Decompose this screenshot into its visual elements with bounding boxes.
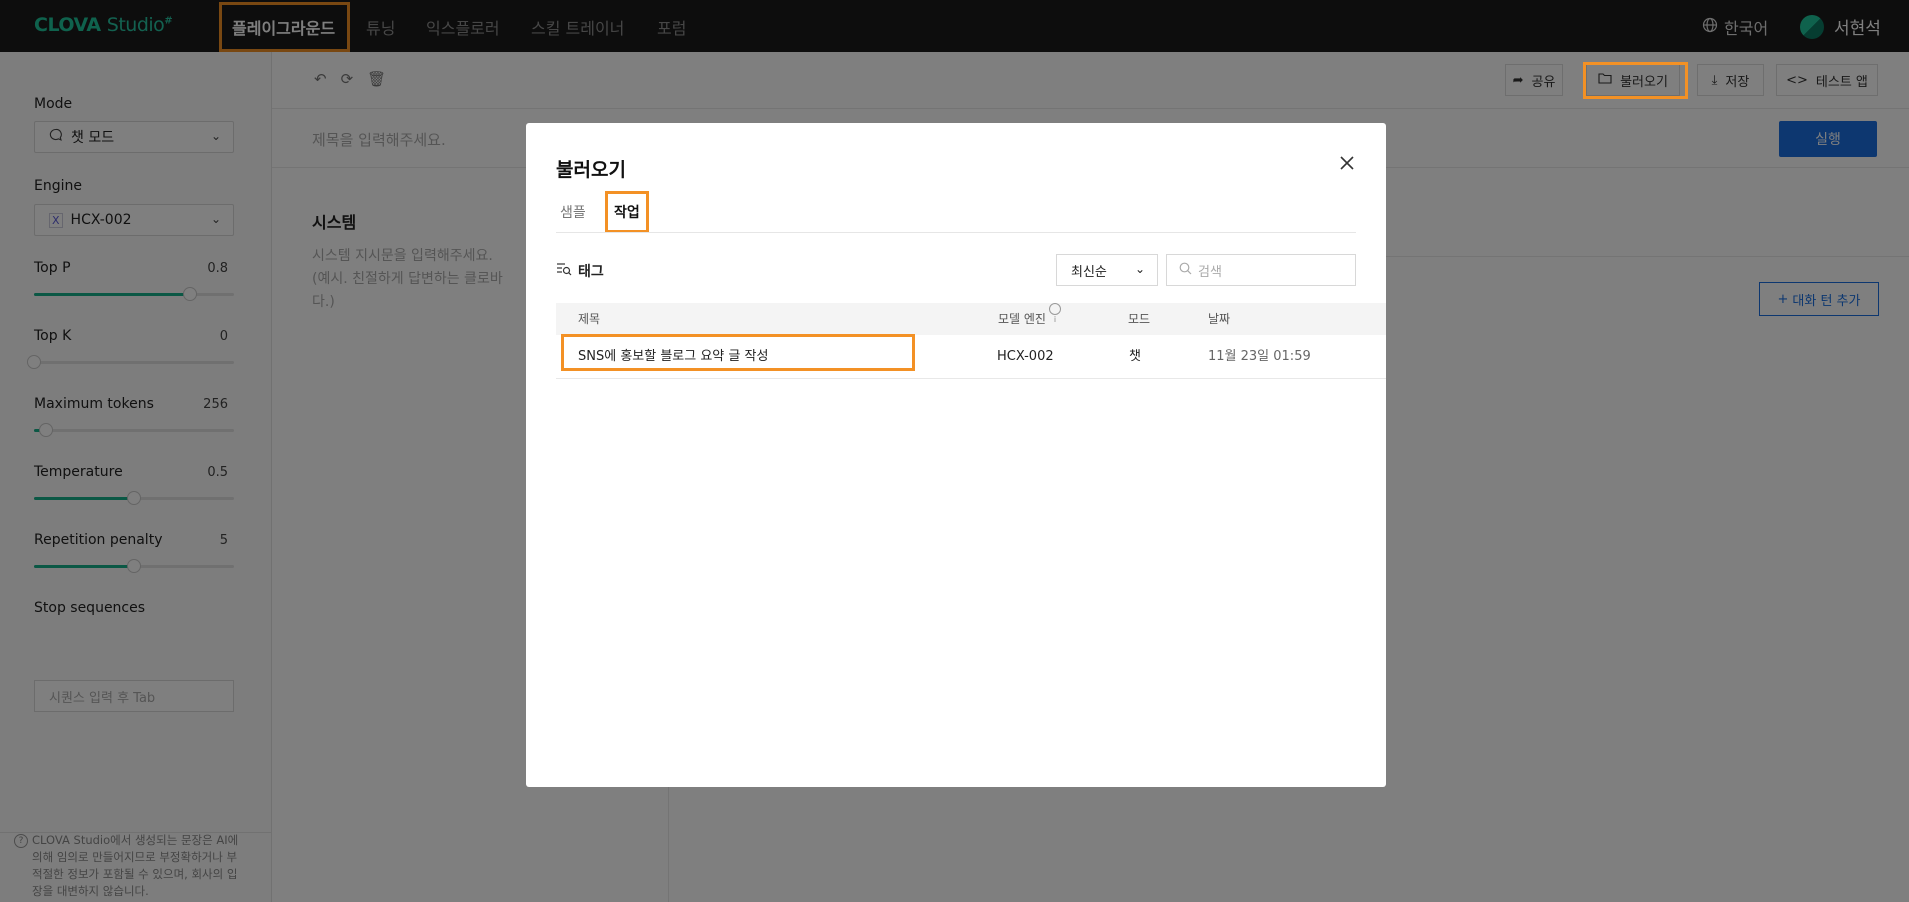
- tag-filter[interactable]: 태그: [556, 261, 604, 281]
- col-engine: 모델 엔진 i: [998, 303, 1061, 335]
- col-mode: 모드: [1128, 312, 1151, 326]
- col-date: 날짜: [1208, 312, 1231, 326]
- table-header: 제목 모델 엔진 i 모드 날짜: [556, 303, 1386, 335]
- col-engine-label: 모델 엔진: [998, 312, 1046, 326]
- close-icon[interactable]: [1338, 153, 1356, 178]
- tag-filter-icon: [556, 262, 572, 280]
- tab-sample[interactable]: 샘플: [560, 202, 586, 222]
- row-date: 11월 23일 01:59: [1208, 349, 1311, 364]
- chevron-down-icon: ⌄: [1134, 262, 1145, 276]
- modal-title: 불러오기: [556, 159, 626, 181]
- work-tab-highlight: [605, 191, 649, 233]
- info-icon[interactable]: i: [1048, 303, 1061, 324]
- tag-label: 태그: [578, 264, 604, 280]
- load-button-highlight: [1583, 62, 1688, 99]
- col-title: 제목: [578, 312, 601, 326]
- search-input[interactable]: 검색: [1166, 254, 1356, 286]
- row-engine: HCX-002: [997, 349, 1054, 364]
- sort-select[interactable]: 최신순 ⌄: [1056, 254, 1158, 286]
- sort-value: 최신순: [1071, 264, 1107, 280]
- row-title-highlight: [561, 334, 915, 371]
- search-placeholder: 검색: [1198, 264, 1222, 280]
- row-mode: 챗: [1129, 349, 1141, 364]
- search-icon: [1179, 262, 1192, 279]
- load-modal: 불러오기 샘플 작업 태그 최신순 ⌄ 검색 제목 모델 엔진 i 모드 날짜 S…: [526, 123, 1386, 787]
- tab-divider: [556, 232, 1356, 233]
